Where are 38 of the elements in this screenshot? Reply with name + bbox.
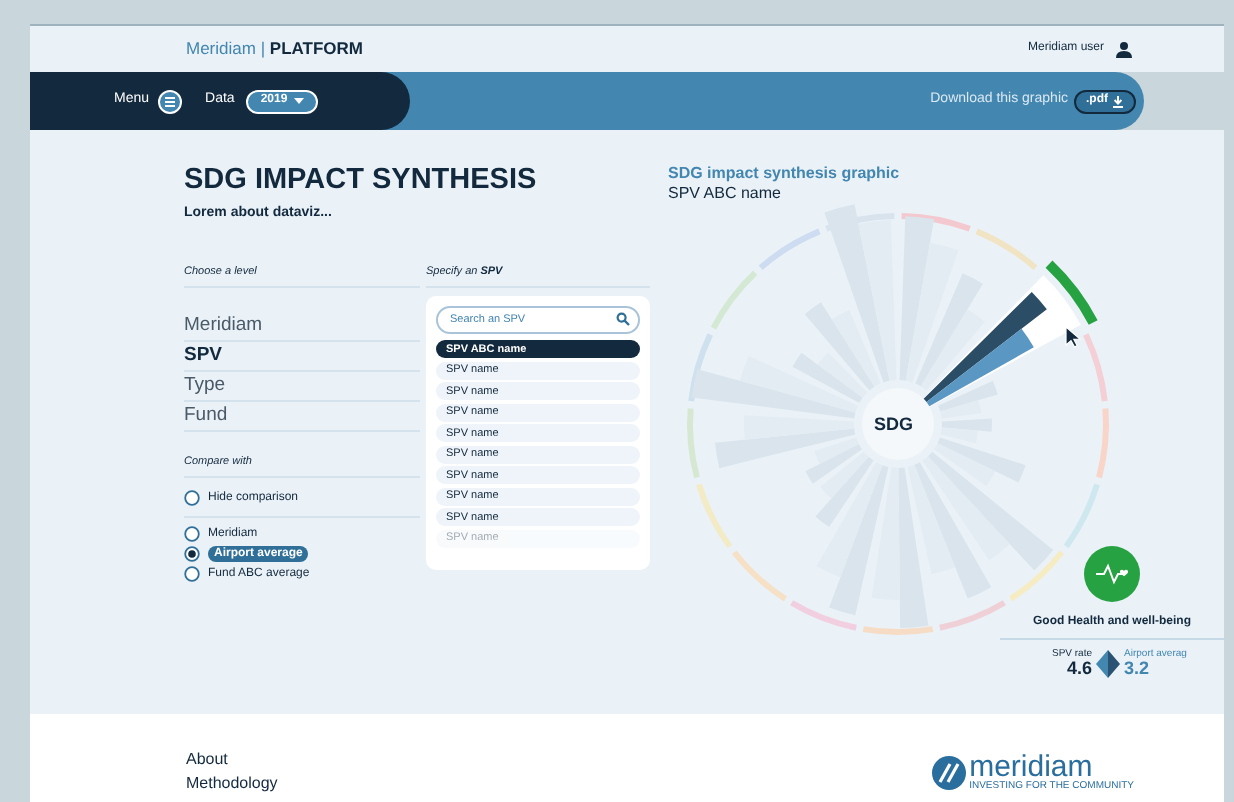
footer-link[interactable]: Methodology (186, 772, 278, 796)
ring-segment (688, 333, 713, 402)
ring-segment (1045, 260, 1098, 325)
logo-icon (931, 755, 966, 789)
ring-segment (758, 228, 821, 271)
menu-icon[interactable] (157, 89, 182, 113)
level-option[interactable]: Meridiam (184, 311, 420, 342)
ring-segment (901, 213, 971, 232)
logo-wordmark: meridiam (969, 753, 1093, 781)
radio-button[interactable] (184, 490, 200, 506)
center-disc (862, 388, 934, 460)
radio-button[interactable] (184, 526, 200, 542)
level-option[interactable]: Fund (184, 401, 420, 432)
level-option[interactable]: Type (184, 371, 420, 402)
graphic-title: SDG impact synthesis graphic (668, 164, 902, 184)
ring-segment (975, 228, 1038, 271)
download-icon (1112, 95, 1124, 107)
graphic-subtitle: SPV ABC name (668, 184, 783, 204)
ring-segment (687, 408, 700, 479)
ring-segment (862, 626, 934, 635)
search-icon[interactable] (616, 312, 630, 327)
caret-icon (293, 98, 304, 104)
cursor-icon (1065, 325, 1082, 348)
page-title: SDG IMPACT SYNTHESIS (184, 162, 539, 200)
radio-button[interactable] (184, 566, 200, 582)
footer-link[interactable]: About (186, 748, 278, 772)
comparison-value: 3.2 (1124, 660, 1152, 678)
user-icon[interactable] (1116, 41, 1132, 57)
rate-value: 4.6 (1067, 660, 1093, 678)
level-option[interactable]: SPV (184, 341, 420, 372)
platform-title: Meridiam | PLATFORM (186, 36, 364, 62)
ring-segment (710, 270, 758, 330)
ring-segment (1083, 333, 1108, 402)
diamond-icon (1096, 650, 1121, 678)
heartbeat-icon (1084, 546, 1140, 602)
radio-button[interactable] (184, 546, 200, 562)
ring-segment (1096, 408, 1109, 479)
center-label: SDG (874, 412, 914, 438)
